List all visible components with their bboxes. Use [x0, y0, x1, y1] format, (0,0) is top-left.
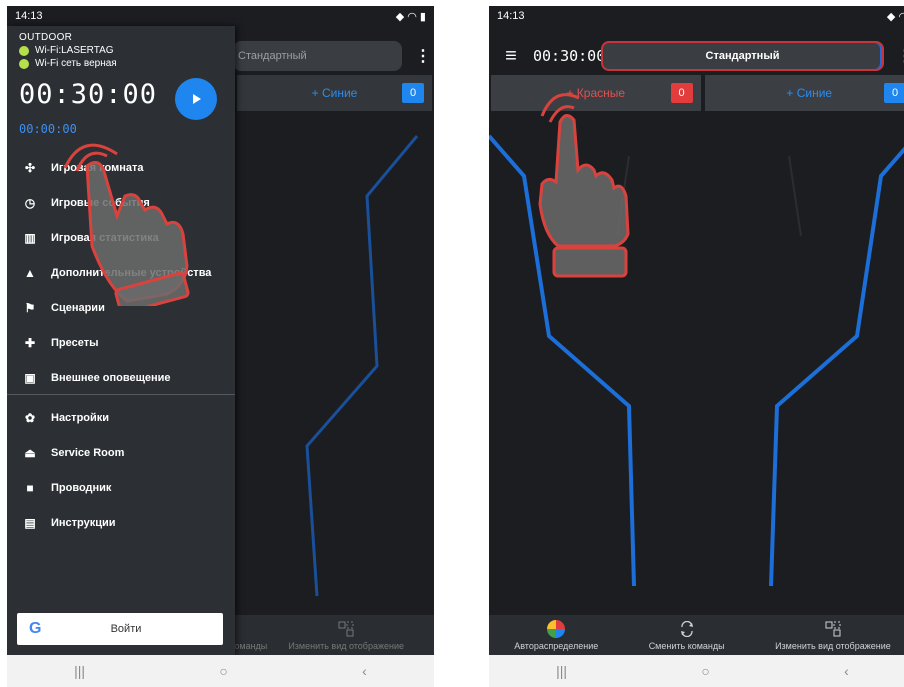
change-view-button[interactable]: Изменить вид отображение [775, 620, 891, 651]
gear-icon: ✿ [24, 410, 36, 425]
color-wheel-icon [547, 620, 566, 638]
recent-apps-icon[interactable]: ||| [74, 663, 85, 679]
timer-icon: ◷ [24, 195, 36, 210]
swap-icon [678, 620, 696, 638]
left-phone-screen: 14:13 ◆ ◠ ▮ Стандартный ⋮ + Синие 0 Смен… [7, 6, 434, 687]
menu-item-notification[interactable]: ▣ Внешнее оповещение [7, 360, 235, 395]
menu-item-presets[interactable]: ✚ Пресеты [7, 325, 235, 360]
drawer-divider [7, 394, 235, 395]
tap-hand-icon [63, 143, 190, 306]
change-view-label: Изменить вид отображение [775, 641, 891, 651]
status-icons: ◆ ◠ ▮ [395, 10, 426, 23]
devices-icon: ▲ [24, 265, 36, 280]
play-button[interactable] [175, 78, 217, 120]
team-red-score: 0 [670, 83, 693, 103]
menu-item-label: Service Room [51, 446, 125, 459]
back-icon[interactable]: ‹ [844, 663, 849, 679]
puzzle-icon: ✚ [24, 335, 36, 350]
home-icon[interactable]: ○ [219, 663, 227, 679]
navigation-drawer: OUTDOOR Wi-Fi:LASERTAG Wi-Fi сеть верная… [7, 26, 235, 655]
wifi-name: Wi-Fi:LASERTAG [35, 45, 114, 56]
back-icon[interactable]: ‹ [362, 663, 367, 679]
elapsed-timer: 00:00:00 [19, 122, 77, 136]
hamburger-menu-button[interactable]: ≡ [489, 45, 533, 68]
folder-icon: ■ [26, 480, 34, 495]
location-label: OUTDOOR [19, 32, 73, 43]
menu-item-service-room[interactable]: ⏏ Service Room [7, 435, 235, 470]
menu-item-label: Пресеты [51, 336, 99, 349]
flag-icon: ⚑ [24, 300, 36, 315]
auto-distribute-button[interactable]: Автораспределение [514, 620, 598, 651]
gamepad-icon: ✣ [24, 160, 36, 175]
menu-item-explorer[interactable]: ■ Проводник [7, 470, 235, 505]
layout-icon [337, 620, 355, 638]
team-blue-score: 0 [884, 83, 904, 103]
menu-item-label: Настройки [51, 411, 110, 424]
wifi-name-row: Wi-Fi:LASERTAG [19, 45, 225, 56]
menu-item-label: Инструкции [51, 516, 116, 529]
team-blue-label: + Синие [786, 86, 833, 100]
google-login-button[interactable]: G Войти [17, 613, 223, 645]
mode-label: Стандартный [238, 50, 307, 62]
team-blue-button[interactable]: + Синие 0 [704, 75, 904, 111]
recent-apps-icon[interactable]: ||| [556, 663, 567, 679]
menu-item-instructions[interactable]: ▤ Инструкции [7, 505, 235, 540]
menu-item-settings[interactable]: ✿ Настройки [7, 400, 235, 435]
wifi-status: Wi-Fi сеть верная [35, 58, 117, 69]
tap-hand-icon [538, 93, 630, 278]
wifi-status-row: Wi-Fi сеть верная [19, 58, 225, 69]
mode-label: Стандартный [705, 50, 780, 62]
status-bar: 14:13 ◆ ◠ [489, 6, 904, 26]
status-icons: ◆ ◠ [886, 10, 904, 23]
play-icon [193, 94, 201, 104]
notification-icon: ▣ [24, 370, 36, 385]
system-nav-bar: ||| ○ ‹ [7, 655, 434, 687]
game-timer: 00:30:00 [533, 47, 606, 65]
team-blue-score: 0 [402, 83, 424, 103]
login-label: Войти [110, 623, 142, 635]
change-teams-label: Сменить команды [648, 641, 725, 651]
more-options-button[interactable]: ⋮ [412, 46, 434, 66]
cloche-icon: ⏏ [24, 445, 36, 460]
change-teams-button[interactable]: Сменить команды [649, 620, 725, 651]
layout-icon [824, 620, 842, 638]
right-phone-screen: 14:13 ◆ ◠ ≡ 00:30:00 Стандартный ⋮ + Кра… [489, 6, 904, 687]
status-bar: 14:13 ◆ ◠ ▮ [7, 6, 434, 26]
book-icon: ▤ [24, 515, 36, 530]
stats-icon: ▥ [24, 230, 36, 245]
home-icon[interactable]: ○ [701, 663, 709, 679]
top-bar: ≡ 00:30:00 Стандартный ⋮ [489, 36, 904, 76]
drawer-settings-menu: ✿ Настройки ⏏ Service Room ■ Проводник ▤… [7, 400, 235, 540]
google-icon: G [29, 620, 42, 637]
status-time: 14:13 [15, 10, 43, 22]
auto-distribute-label: Автораспределение [514, 641, 599, 651]
mode-selector[interactable]: Стандартный [233, 41, 402, 71]
menu-item-label: Проводник [51, 481, 112, 494]
status-time: 14:13 [497, 10, 525, 22]
team-blue-label: + Синие [311, 86, 358, 100]
change-teams-button[interactable]: Сменить команды [191, 620, 268, 651]
change-view-button[interactable]: Изменить вид отображение [288, 620, 404, 651]
mode-selector[interactable]: Стандартный [601, 41, 884, 71]
bottom-toolbar: Автораспределение Сменить команды Измени… [489, 615, 904, 655]
more-options-button[interactable]: ⋮ [894, 46, 904, 66]
wifi-ok-dot [19, 58, 29, 69]
wifi-status-dot [19, 45, 29, 56]
change-view-label: Изменить вид отображение [288, 641, 404, 651]
team-blue-button[interactable]: + Синие 0 [237, 75, 432, 111]
system-nav-bar: ||| ○ ‹ [489, 655, 904, 687]
menu-item-label: Внешнее оповещение [51, 371, 171, 384]
